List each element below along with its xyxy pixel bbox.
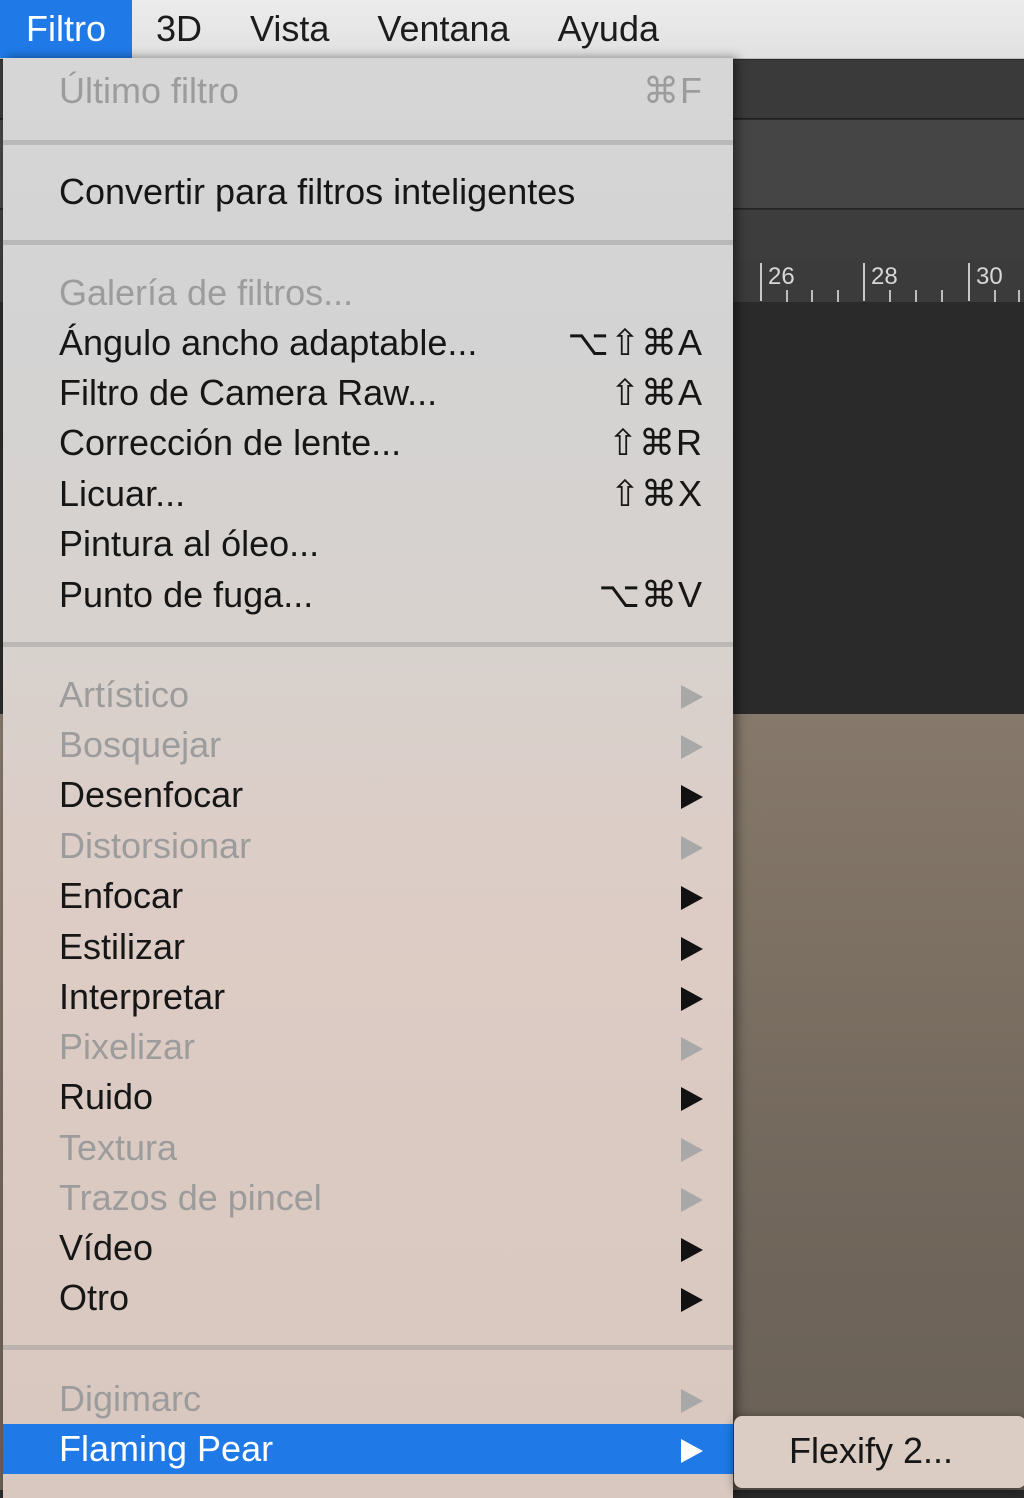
submenu-arrow-icon — [681, 785, 703, 809]
menu-item-label: Último filtro — [59, 70, 240, 111]
menu-item-label: Ángulo ancho adaptable... — [59, 322, 478, 363]
shortcut-label: ⌘F — [643, 70, 703, 111]
menu-item-blur[interactable]: Desenfocar — [3, 770, 733, 820]
menu-item-noise[interactable]: Ruido — [3, 1072, 733, 1122]
menu-item-video[interactable]: Vídeo — [3, 1223, 733, 1273]
menu-item-label: Otro — [59, 1277, 130, 1318]
ruler-minor-tick — [889, 290, 891, 302]
submenu-arrow-icon — [681, 1138, 703, 1162]
menu-separator — [3, 240, 733, 245]
menu-item-flaming-pear[interactable]: Flaming Pear — [3, 1424, 733, 1474]
ruler-minor-tick — [811, 290, 813, 302]
ruler-minor-tick — [994, 290, 996, 302]
shortcut-label: ⌥⌘V — [598, 574, 703, 615]
menu-item-filter-gallery: Galería de filtros... — [3, 268, 733, 318]
menu-item-label: Punto de fuga... — [59, 574, 314, 615]
menu-item-label: Pixelizar — [59, 1026, 196, 1067]
menu-item-label: Vídeo — [59, 1227, 154, 1268]
menu-item-label: Desenfocar — [59, 774, 244, 815]
menu-item-label: Ruido — [59, 1076, 154, 1117]
menu-item-artistic: Artístico — [3, 670, 733, 720]
menu-item-adaptive-wide-angle[interactable]: Ángulo ancho adaptable... ⌥⇧⌘A — [3, 318, 733, 368]
menu-vista[interactable]: Vista — [226, 0, 353, 58]
menu-item-camera-raw[interactable]: Filtro de Camera Raw... ⇧⌘A — [3, 368, 733, 418]
submenu-arrow-icon — [681, 987, 703, 1011]
menu-item-distort: Distorsionar — [3, 821, 733, 871]
shortcut-label: ⇧⌘X — [609, 473, 703, 514]
submenu-arrow-icon — [681, 735, 703, 759]
ruler-minor-tick — [941, 290, 943, 302]
submenu-arrow-icon — [681, 1439, 703, 1463]
menu-item-liquify[interactable]: Licuar... ⇧⌘X — [3, 469, 733, 519]
submenu-arrow-icon — [681, 1037, 703, 1061]
menu-item-digimarc: Digimarc — [3, 1374, 733, 1424]
menu-item-brush-strokes: Trazos de pincel — [3, 1173, 733, 1223]
menu-item-sharpen[interactable]: Enfocar — [3, 871, 733, 921]
menu-item-label: Distorsionar — [59, 825, 252, 866]
menu-item-convert-smart-filters[interactable]: Convertir para filtros inteligentes — [3, 167, 733, 217]
menu-item-label: Flaming Pear — [59, 1428, 274, 1469]
submenu-arrow-icon — [681, 886, 703, 910]
submenu-arrow-icon — [681, 1087, 703, 1111]
menu-item-label: Textura — [59, 1127, 178, 1168]
menu-item-label: Licuar... — [59, 473, 186, 514]
menu-item-texture: Textura — [3, 1123, 733, 1173]
menu-filtro[interactable]: Filtro — [0, 0, 132, 58]
menu-item-vanishing-point[interactable]: Punto de fuga... ⌥⌘V — [3, 570, 733, 620]
menu-item-label: Enfocar — [59, 875, 184, 916]
menu-item-label: Filtro de Camera Raw... — [59, 372, 438, 413]
menu-item-lens-correction[interactable]: Corrección de lente... ⇧⌘R — [3, 418, 733, 468]
menu-separator — [3, 140, 733, 145]
menu-item-label: Corrección de lente... — [59, 422, 402, 463]
ruler-tick-label: 28 — [863, 263, 898, 301]
menu-ventana[interactable]: Ventana — [353, 0, 533, 58]
menu-item-label: Galería de filtros... — [59, 272, 354, 313]
menu-item-label: Interpretar — [59, 976, 226, 1017]
menu-item-label: Bosquejar — [59, 724, 222, 765]
menu-item-pixelate: Pixelizar — [3, 1022, 733, 1072]
submenu-arrow-icon — [681, 937, 703, 961]
shortcut-label: ⌥⇧⌘A — [567, 322, 703, 363]
menu-item-label: Convertir para filtros inteligentes — [59, 171, 576, 212]
ruler-minor-tick — [786, 290, 788, 302]
menu-item-label: Estilizar — [59, 926, 186, 967]
menu-item-label: Digimarc — [59, 1378, 202, 1419]
flaming-pear-submenu: Flexify 2... — [734, 1416, 1024, 1488]
menu-bar: Filtro 3D Vista Ventana Ayuda — [0, 0, 1024, 59]
menu-item-flexify[interactable]: Flexify 2... — [789, 1426, 953, 1476]
menu-item-render[interactable]: Interpretar — [3, 972, 733, 1022]
submenu-arrow-icon — [681, 685, 703, 709]
submenu-arrow-icon — [681, 1288, 703, 1312]
menu-item-last-filter: Último filtro ⌘F — [3, 66, 733, 116]
menu-item-oil-paint[interactable]: Pintura al óleo... — [3, 519, 733, 569]
ruler-minor-tick — [1018, 290, 1020, 302]
submenu-arrow-icon — [681, 1389, 703, 1413]
ruler-minor-tick — [915, 290, 917, 302]
menu-item-label: Pintura al óleo... — [59, 523, 320, 564]
menu-separator — [3, 642, 733, 647]
filtro-dropdown-menu: Último filtro ⌘F Convertir para filtros … — [3, 58, 733, 1498]
ruler-minor-tick — [837, 290, 839, 302]
submenu-arrow-icon — [681, 836, 703, 860]
shortcut-label: ⇧⌘R — [607, 422, 703, 463]
shortcut-label: ⇧⌘A — [609, 372, 703, 413]
menu-separator — [3, 1345, 733, 1350]
submenu-arrow-icon — [681, 1238, 703, 1262]
submenu-arrow-icon — [681, 1188, 703, 1212]
menu-item-label: Artístico — [59, 674, 190, 715]
menu-ayuda[interactable]: Ayuda — [534, 0, 683, 58]
ruler-tick-label: 26 — [760, 263, 795, 301]
menu-3d[interactable]: 3D — [132, 0, 226, 58]
menu-item-label: Trazos de pincel — [59, 1177, 322, 1218]
ruler-tick-label: 30 — [968, 263, 1003, 301]
menu-item-sketch: Bosquejar — [3, 720, 733, 770]
menu-item-stylize[interactable]: Estilizar — [3, 922, 733, 972]
menu-item-other[interactable]: Otro — [3, 1273, 733, 1323]
